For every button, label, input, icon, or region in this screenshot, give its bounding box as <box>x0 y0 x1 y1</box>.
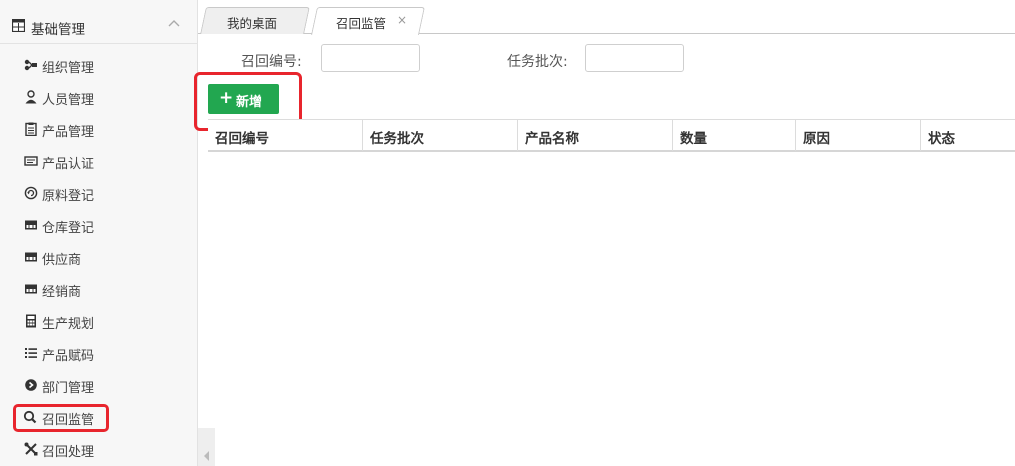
sidebar-section-header[interactable]: 基础管理 <box>0 8 198 44</box>
calculator-icon <box>26 314 36 328</box>
column-header-reason[interactable]: 原因 <box>796 120 921 151</box>
column-header-label: 原因 <box>803 131 830 147</box>
search-icon <box>23 410 37 424</box>
arrow-left-icon <box>204 451 209 461</box>
sidebar-item-recall-supervision[interactable]: 召回监管 <box>0 401 198 433</box>
chevron-up-icon[interactable] <box>167 17 181 31</box>
tab-desktop[interactable]: 我的桌面 <box>227 13 277 32</box>
sidebar-item-warehouse[interactable]: 仓库登记 <box>0 209 198 241</box>
sidebar-item-label: 组织管理 <box>42 61 95 76</box>
sidebar-item-label: 召回处理 <box>42 445 95 460</box>
column-header-label: 召回编号 <box>215 131 269 147</box>
sidebar-item-planning[interactable]: 生产规划 <box>0 305 198 337</box>
sidebar-item-department[interactable]: 部门管理 <box>0 369 198 401</box>
column-header-quantity[interactable]: 数量 <box>673 120 796 151</box>
sidebar-item-label: 经销商 <box>42 285 82 300</box>
dealer-icon <box>25 284 37 294</box>
sidebar-item-recall-handling[interactable]: 召回处理 <box>0 433 198 465</box>
plus-icon: + <box>219 88 234 108</box>
column-header-product-name[interactable]: 产品名称 <box>518 120 673 151</box>
recall-no-input[interactable] <box>321 44 420 72</box>
sidebar-item-label: 召回监管 <box>42 413 95 428</box>
list-icon <box>25 348 37 358</box>
sidebar-item-label: 仓库登记 <box>42 221 95 236</box>
column-header-label: 产品名称 <box>525 131 579 147</box>
sidebar-item-material[interactable]: 原料登记 <box>0 177 198 209</box>
sitemap-icon <box>24 59 37 71</box>
column-header-status[interactable]: 状态 <box>921 120 1015 151</box>
batch-label: 任务批次: <box>507 54 568 70</box>
add-button[interactable]: + 新增 <box>208 84 279 114</box>
sidebar-section-title: 基础管理 <box>31 22 85 38</box>
table-icon <box>12 19 25 32</box>
table-header: 召回编号 任务批次 产品名称 数量 原因 状态 <box>208 119 1015 152</box>
sidebar: 基础管理 组织管理 人员管理 产品管理 产品认证 原料登记 仓库登记 供应商 经… <box>0 0 198 466</box>
sidebar-item-label: 原料登记 <box>42 189 95 204</box>
recall-no-label: 召回编号: <box>241 54 302 70</box>
sidebar-item-label: 产品管理 <box>42 125 95 140</box>
sidebar-item-label: 人员管理 <box>42 93 95 108</box>
column-header-label: 状态 <box>928 131 955 147</box>
sidebar-item-staff[interactable]: 人员管理 <box>0 81 198 113</box>
sidebar-item-dealer[interactable]: 经销商 <box>0 273 198 305</box>
warehouse-icon <box>25 220 37 230</box>
user-icon <box>25 90 37 104</box>
supplier-icon <box>25 252 37 262</box>
batch-input[interactable] <box>585 44 684 72</box>
sidebar-item-coding[interactable]: 产品赋码 <box>0 337 198 369</box>
column-header-batch[interactable]: 任务批次 <box>363 120 518 151</box>
circle-arrow-icon <box>24 186 38 200</box>
sidebar-item-label: 产品认证 <box>42 157 95 172</box>
add-button-label: 新增 <box>236 95 263 110</box>
column-header-recall-no[interactable]: 召回编号 <box>208 120 363 151</box>
tab-recall-supervision[interactable]: 召回监管 <box>336 13 386 32</box>
sidebar-collapse-handle[interactable] <box>198 428 215 466</box>
sidebar-item-certification[interactable]: 产品认证 <box>0 145 198 177</box>
sidebar-item-label: 生产规划 <box>42 317 95 332</box>
clipboard-icon <box>25 122 37 136</box>
column-header-label: 数量 <box>680 131 707 147</box>
sidebar-item-product[interactable]: 产品管理 <box>0 113 198 145</box>
sidebar-item-org[interactable]: 组织管理 <box>0 49 198 81</box>
tools-icon <box>24 442 38 456</box>
chevron-circle-icon <box>25 379 37 391</box>
tab-close-icon[interactable]: × <box>397 13 407 27</box>
sidebar-item-supplier[interactable]: 供应商 <box>0 241 198 273</box>
card-icon <box>24 156 38 166</box>
column-header-label: 任务批次 <box>370 131 424 147</box>
sidebar-item-label: 产品赋码 <box>42 349 95 364</box>
sidebar-item-label: 部门管理 <box>42 381 95 396</box>
sidebar-item-label: 供应商 <box>42 253 82 268</box>
